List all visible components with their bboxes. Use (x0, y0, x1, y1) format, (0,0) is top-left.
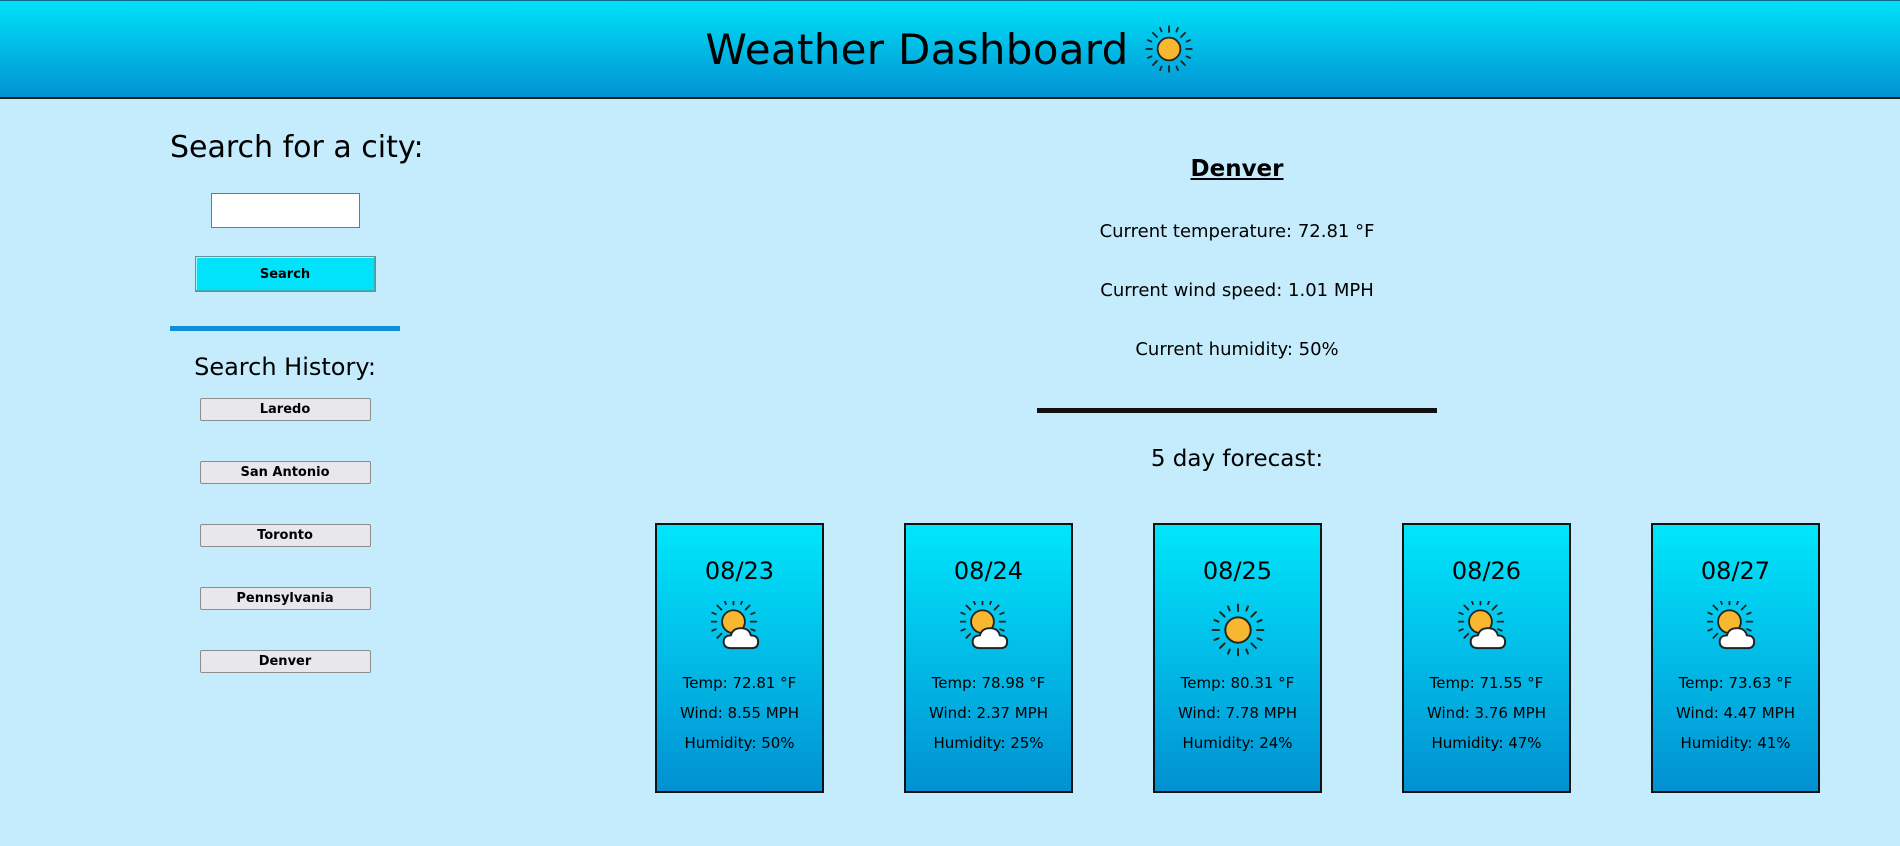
partly-cloudy-icon (1706, 601, 1755, 650)
search-title: Search for a city: (170, 130, 424, 165)
forecast-card: 08/25 Temp: 80.31 °F Wind: 7.78 MPH Humi… (1153, 523, 1322, 793)
current-forecast-divider (1037, 408, 1437, 413)
forecast-date: 08/24 (953, 557, 1024, 585)
sidebar-divider (170, 326, 400, 331)
search-history-list: Laredo San Antonio Toronto Pennsylvania … (170, 398, 400, 673)
partly-cloudy-icon (1457, 601, 1506, 650)
forecast-temp: Temp: 73.63 °F (1678, 674, 1793, 692)
partly-cloudy-icon (959, 601, 1008, 650)
forecast-wind: Wind: 2.37 MPH (929, 704, 1048, 722)
partly-cloudy-icon (710, 601, 759, 650)
forecast-humidity: Humidity: 50% (684, 734, 795, 752)
forecast-temp: Temp: 71.55 °F (1429, 674, 1544, 692)
search-button[interactable]: Search (194, 256, 376, 292)
forecast-card: 08/27 Temp: 73.63 °F Wind: 4.47 MPH Humi… (1651, 523, 1820, 793)
forecast-title: 5 day forecast: (1150, 446, 1324, 472)
history-button-toronto[interactable]: Toronto (199, 524, 371, 547)
forecast-wind: Wind: 7.78 MPH (1178, 704, 1297, 722)
forecast-wind: Wind: 3.76 MPH (1427, 704, 1546, 722)
history-button-laredo[interactable]: Laredo (199, 398, 371, 421)
history-button-san-antonio[interactable]: San Antonio (199, 461, 371, 484)
sun-icon (1211, 603, 1264, 657)
forecast-humidity: Humidity: 41% (1680, 734, 1791, 752)
forecast-temp: Temp: 78.98 °F (931, 674, 1046, 692)
forecast-temp: Temp: 80.31 °F (1180, 674, 1295, 692)
forecast-card: 08/23 Temp: 72.81 °F Wind: 8.55 MPH Humi… (655, 523, 824, 793)
forecast-humidity: Humidity: 24% (1182, 734, 1293, 752)
app-title: Weather Dashboard (0, 23, 1900, 75)
sun-icon (1144, 25, 1193, 73)
current-wind-speed: Current wind speed: 1.01 MPH (1100, 280, 1374, 301)
forecast-temp: Temp: 72.81 °F (682, 674, 797, 692)
forecast-date: 08/27 (1700, 557, 1771, 585)
search-history-title: Search History: (194, 353, 376, 381)
city-name: Denver (1190, 156, 1284, 182)
city-search-input[interactable] (210, 193, 360, 228)
search-sidebar: Search for a city: Search Search History… (170, 130, 424, 713)
forecast-humidity: Humidity: 47% (1431, 734, 1542, 752)
app-header: Weather Dashboard (0, 0, 1900, 99)
forecast-card: 08/24 Temp: 78.98 °F Wind: 2.37 MPH Humi… (904, 523, 1073, 793)
forecast-date: 08/23 (704, 557, 775, 585)
forecast-card: 08/26 Temp: 71.55 °F Wind: 3.76 MPH Humi… (1402, 523, 1571, 793)
forecast-humidity: Humidity: 25% (933, 734, 1044, 752)
forecast-wind: Wind: 4.47 MPH (1676, 704, 1795, 722)
history-button-denver[interactable]: Denver (199, 650, 371, 673)
history-button-pennsylvania[interactable]: Pennsylvania (199, 587, 371, 610)
current-temperature: Current temperature: 72.81 °F (1099, 221, 1375, 242)
current-weather: Denver Current temperature: 72.81 °F Cur… (1037, 156, 1437, 360)
forecast-date: 08/25 (1202, 557, 1273, 585)
current-humidity: Current humidity: 50% (1135, 339, 1339, 360)
app-title-text: Weather Dashboard (705, 24, 1129, 74)
forecast-wind: Wind: 8.55 MPH (680, 704, 799, 722)
forecast-date: 08/26 (1451, 557, 1522, 585)
